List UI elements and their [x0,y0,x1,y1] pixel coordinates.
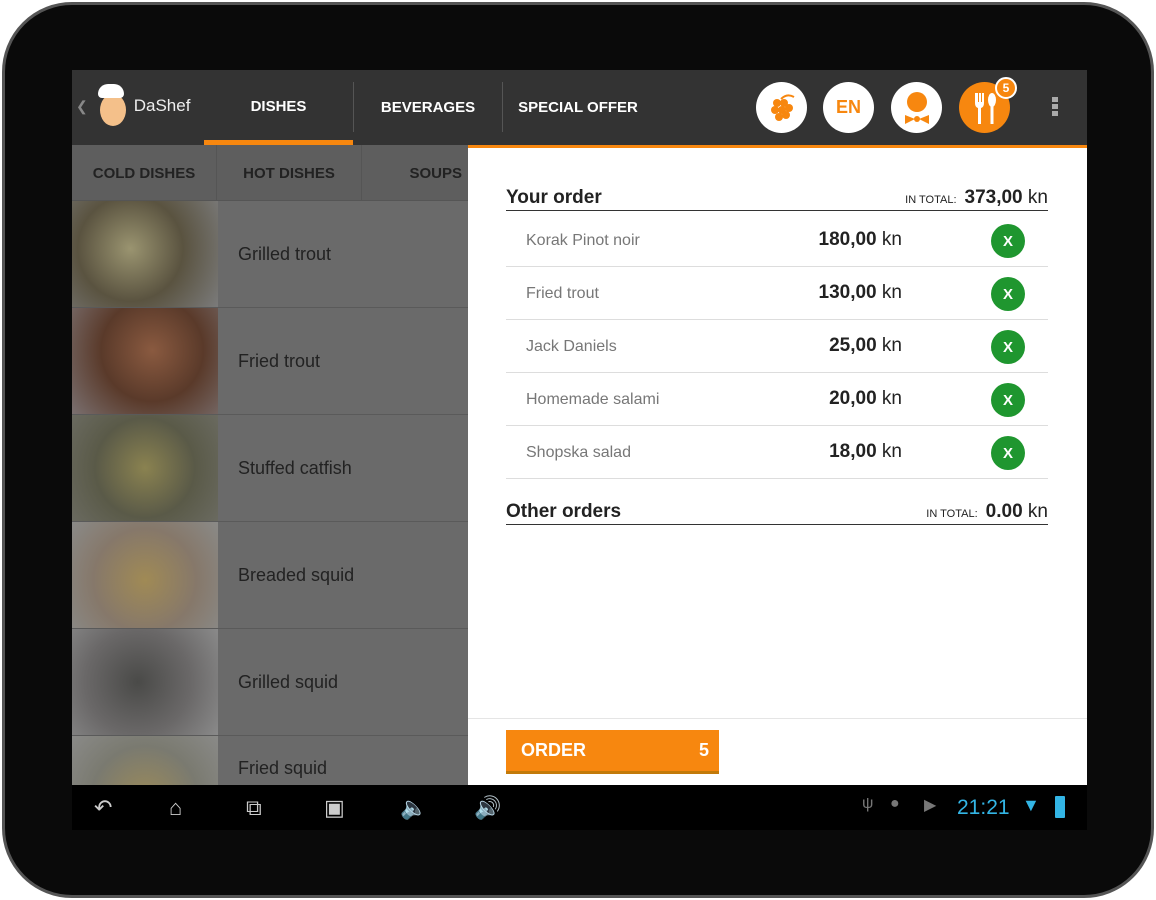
action-bar: ❮ DaShef DISHES BEVERAGES SPECIAL OFFER … [72,70,1087,145]
dish-name: Fried squid [218,736,468,785]
language-button[interactable]: EN [823,82,874,133]
app-logo[interactable]: ❮ DaShef [76,84,190,128]
order-item-price: 130,00 kn [818,282,902,303]
dish-photo [72,308,218,414]
order-item: Shopska salad 18,00 kn X [506,426,1048,479]
remove-item-button[interactable]: X [991,330,1025,364]
screenshot-icon[interactable]: ▣ [324,795,345,821]
tab-beverages[interactable]: BEVERAGES [354,70,502,145]
dish-row[interactable]: Grilled trout [72,201,468,308]
chef-logo-icon [94,84,128,128]
dish-row[interactable]: Grilled squid [72,629,468,736]
remove-item-button[interactable]: X [991,277,1025,311]
subtab-cold-dishes[interactable]: COLD DISHES [72,145,217,201]
dish-row[interactable]: Breaded squid [72,522,468,629]
your-order-title: Your order [506,187,602,208]
order-count: 5 [698,740,709,760]
system-nav-bar: ↶ ⌂ ⧉ ▣ 🔈 🔊 ψ ● ▶ 21:21 ▼ [72,785,1087,830]
dish-photo [72,522,218,628]
other-orders-header: Other orders IN TOTAL: 0.00 kn [506,496,1048,525]
usb-icon: ψ [862,795,874,812]
other-orders-title: Other orders [506,501,622,522]
order-item-name: Fried trout [526,285,599,302]
order-item-name: Korak Pinot noir [526,232,640,249]
subtab-hot-dishes[interactable]: HOT DISHES [217,145,362,201]
currency: kn [1027,187,1048,208]
order-panel: Your order IN TOTAL: 373,00 kn Korak Pino… [468,145,1087,790]
recent-apps-icon[interactable]: ⧉ [246,795,262,821]
dish-photo [72,629,218,735]
dish-row[interactable]: Fried squid [72,736,468,785]
order-item: Homemade salami 20,00 kn X [506,373,1048,426]
order-item-name: Homemade salami [526,391,660,408]
dish-name: Fried trout [218,308,468,414]
app-name: DaShef [133,96,191,115]
order-item-price: 25,00 kn [829,335,902,356]
order-button[interactable]: ORDER 5 [506,730,719,774]
currency: kn [1027,501,1048,522]
dish-name: Stuffed catfish [218,415,468,521]
other-orders-total: 0.00 [985,501,1023,522]
dish-row[interactable]: Stuffed catfish [72,415,468,522]
dish-photo [72,736,218,785]
subtab-soups[interactable]: SOUPS [362,145,468,201]
order-total: 373,00 [964,187,1023,208]
back-chevron-icon: ❮ [76,97,88,114]
remove-item-button[interactable]: X [991,383,1025,417]
order-button-label: ORDER [521,740,587,760]
order-item-price: 18,00 kn [829,441,902,462]
android-debug-icon: ● [890,795,900,812]
tab-special-offer[interactable]: SPECIAL OFFER [503,70,653,145]
order-footer: ORDER 5 [468,718,1087,785]
cart-count-badge: 5 [995,77,1017,99]
dish-name: Breaded squid [218,522,468,628]
your-order-header: Your order IN TOTAL: 373,00 kn [506,182,1048,211]
back-icon[interactable]: ↶ [94,795,112,821]
tab-dishes[interactable]: DISHES [204,70,353,145]
remove-item-button[interactable]: X [991,224,1025,258]
dish-photo [72,201,218,307]
battery-icon [1055,796,1065,818]
dish-list-panel: COLD DISHES HOT DISHES SOUPS Grilled tro… [72,145,468,785]
wifi-icon: ▼ [1022,795,1040,815]
order-item: Jack Daniels 25,00 kn X [506,320,1048,373]
volume-down-icon[interactable]: 🔈 [400,795,427,821]
order-item: Korak Pinot noir 180,00 kn X [506,214,1048,267]
total-label: IN TOTAL: [926,508,978,520]
dish-photo [72,415,218,521]
home-icon[interactable]: ⌂ [169,795,182,821]
order-item-price: 180,00 kn [818,229,902,250]
volume-up-icon[interactable]: 🔊 [474,795,501,821]
order-item-name: Jack Daniels [526,338,617,355]
clock: 21:21 [957,796,1010,819]
waiter-icon[interactable] [891,82,942,133]
dish-name: Grilled squid [218,629,468,735]
overflow-menu-icon[interactable] [1052,97,1058,118]
screen: ❮ DaShef DISHES BEVERAGES SPECIAL OFFER … [72,70,1087,830]
dish-name: Grilled trout [218,201,468,307]
order-item: Fried trout 130,00 kn X [506,267,1048,320]
dish-row[interactable]: Fried trout [72,308,468,415]
play-store-icon: ▶ [924,797,937,814]
grapes-icon[interactable] [756,82,807,133]
remove-item-button[interactable]: X [991,436,1025,470]
order-item-price: 20,00 kn [829,388,902,409]
total-label: IN TOTAL: [905,194,957,206]
category-tabs: COLD DISHES HOT DISHES SOUPS [72,145,468,201]
order-item-name: Shopska salad [526,444,631,461]
